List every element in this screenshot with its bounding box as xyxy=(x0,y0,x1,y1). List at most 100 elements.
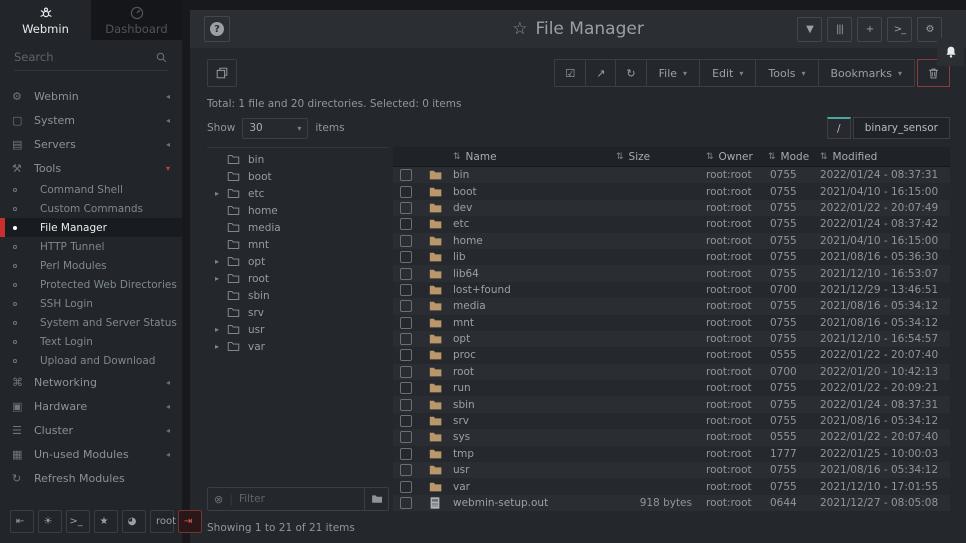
file-name[interactable]: boot xyxy=(453,186,616,198)
table-row[interactable]: opt root:root 0755 2021/12/10 - 16:54:57 xyxy=(393,331,950,347)
sidebar-menu-item[interactable]: ▤ Servers ◂ xyxy=(0,132,182,156)
table-row[interactable]: mnt root:root 0755 2021/08/16 - 05:34:12 xyxy=(393,315,950,331)
file-name[interactable]: run xyxy=(453,382,616,394)
expand-arrow-icon[interactable]: ▸ xyxy=(215,274,227,283)
row-checkbox[interactable] xyxy=(400,415,412,427)
toolbar-menu-button[interactable]: Edit ▾ xyxy=(699,59,756,87)
filter-input[interactable] xyxy=(233,493,364,505)
file-name[interactable]: lost+found xyxy=(453,284,616,296)
breadcrumb-segment[interactable]: binary_sensor xyxy=(853,117,950,139)
sidebar-footer-button[interactable]: ◕ xyxy=(122,510,146,533)
row-checkbox[interactable] xyxy=(400,382,412,394)
select-all-button[interactable]: ☑ xyxy=(554,59,586,87)
sidebar-subitem[interactable]: Text Login xyxy=(0,332,182,351)
file-name[interactable]: root xyxy=(453,366,616,378)
header-action-button[interactable]: ||| xyxy=(827,17,852,42)
row-checkbox[interactable] xyxy=(400,497,412,509)
notifications-toggle[interactable] xyxy=(937,38,964,66)
sidebar-subitem[interactable]: File Manager xyxy=(0,218,182,237)
table-row[interactable]: lib root:root 0755 2021/08/16 - 05:36:30 xyxy=(393,249,950,265)
sidebar-menu-item[interactable]: ▦ Un-used Modules ◂ xyxy=(0,442,182,466)
table-row[interactable]: webmin-setup.out 918 bytes root:root 064… xyxy=(393,495,950,511)
tab-webmin[interactable]: Webmin xyxy=(0,0,91,40)
file-name[interactable]: bin xyxy=(453,169,616,181)
tree-item[interactable]: ▸ bin xyxy=(207,151,389,168)
sidebar-footer-button[interactable]: ⇥ xyxy=(178,510,202,533)
sidebar-footer-button[interactable]: ☀ xyxy=(38,510,62,533)
tree-item[interactable]: ▸ sbin xyxy=(207,287,389,304)
file-name[interactable]: mnt xyxy=(453,317,616,329)
refresh-button[interactable]: ↻ xyxy=(615,59,646,87)
expand-arrow-icon[interactable]: ▸ xyxy=(215,257,227,266)
tree-item[interactable]: ▸ usr xyxy=(207,321,389,338)
table-row[interactable]: boot root:root 0755 2021/04/10 - 16:15:0… xyxy=(393,183,950,199)
row-checkbox[interactable] xyxy=(400,268,412,280)
table-row[interactable]: srv root:root 0755 2021/08/16 - 05:34:12 xyxy=(393,413,950,429)
sidebar-menu-item[interactable]: ⌘ Networking ◂ xyxy=(0,370,182,394)
tab-dashboard[interactable]: Dashboard xyxy=(91,0,182,40)
expand-arrow-icon[interactable]: ▸ xyxy=(215,189,227,198)
tree-item[interactable]: ▸ etc xyxy=(207,185,389,202)
row-checkbox[interactable] xyxy=(400,349,412,361)
file-name[interactable]: opt xyxy=(453,333,616,345)
filter-directories-button[interactable] xyxy=(364,488,388,510)
file-name[interactable]: etc xyxy=(453,218,616,230)
export-button[interactable]: ↗ xyxy=(585,59,616,87)
table-row[interactable]: run root:root 0755 2022/01/22 - 20:09:21 xyxy=(393,380,950,396)
file-name[interactable]: tmp xyxy=(453,448,616,460)
file-name[interactable]: lib xyxy=(453,251,616,263)
sidebar-menu-item[interactable]: ▣ Hardware ◂ xyxy=(0,394,182,418)
expand-arrow-icon[interactable]: ▸ xyxy=(215,325,227,334)
tree-item[interactable]: ▸ home xyxy=(207,202,389,219)
sidebar-menu-item[interactable]: ☰ Cluster ◂ xyxy=(0,418,182,442)
expand-arrow-icon[interactable]: ▸ xyxy=(215,342,227,351)
file-name[interactable]: dev xyxy=(453,202,616,214)
table-row[interactable]: lib64 root:root 0755 2021/12/10 - 16:53:… xyxy=(393,265,950,281)
sidebar-footer-button[interactable]: ⇤ xyxy=(10,510,34,533)
clear-filter-icon[interactable]: ⊗ xyxy=(208,493,229,506)
table-row[interactable]: tmp root:root 1777 2022/01/25 - 10:00:03 xyxy=(393,446,950,462)
row-checkbox[interactable] xyxy=(400,448,412,460)
row-checkbox[interactable] xyxy=(400,300,412,312)
table-row[interactable]: sys root:root 0555 2022/01/22 - 20:07:40 xyxy=(393,429,950,445)
table-row[interactable]: var root:root 0755 2021/12/10 - 17:01:55 xyxy=(393,478,950,494)
column-header-mode[interactable]: ⇅Mode xyxy=(768,151,820,163)
file-name[interactable]: proc xyxy=(453,349,616,361)
sidebar-subitem[interactable]: Upload and Download xyxy=(0,351,182,370)
header-action-button[interactable]: >_ xyxy=(887,17,912,42)
table-row[interactable]: dev root:root 0755 2022/01/22 - 20:07:49 xyxy=(393,200,950,216)
row-checkbox[interactable] xyxy=(400,218,412,230)
paste-buffer-button[interactable] xyxy=(207,59,237,87)
tree-item[interactable]: ▸ root xyxy=(207,270,389,287)
sidebar-menu-item[interactable]: ⚙ Webmin ◂ xyxy=(0,84,182,108)
row-checkbox[interactable] xyxy=(400,481,412,493)
column-header-size[interactable]: ⇅Size xyxy=(616,151,706,163)
table-row[interactable]: lost+found root:root 0700 2021/12/29 - 1… xyxy=(393,282,950,298)
search-input[interactable] xyxy=(14,46,168,71)
page-size-select[interactable]: 30 ▾ xyxy=(242,118,308,139)
sidebar-subitem[interactable]: Command Shell xyxy=(0,180,182,199)
file-name[interactable]: usr xyxy=(453,464,616,476)
file-name[interactable]: sys xyxy=(453,431,616,443)
file-name[interactable]: home xyxy=(453,235,616,247)
table-row[interactable]: root root:root 0700 2022/01/20 - 10:42:1… xyxy=(393,364,950,380)
toolbar-menu-button[interactable]: Bookmarks ▾ xyxy=(818,59,915,87)
table-row[interactable]: bin root:root 0755 2022/01/24 - 08:37:31 xyxy=(393,167,950,183)
help-button[interactable]: ? xyxy=(204,16,230,42)
sidebar-menu-item[interactable]: ⚒ Tools ▾ xyxy=(0,156,182,180)
table-row[interactable]: usr root:root 0755 2021/08/16 - 05:34:12 xyxy=(393,462,950,478)
row-checkbox[interactable] xyxy=(400,317,412,329)
row-checkbox[interactable] xyxy=(400,251,412,263)
row-checkbox[interactable] xyxy=(400,235,412,247)
header-action-button[interactable]: + xyxy=(857,17,882,42)
file-name[interactable]: sbin xyxy=(453,399,616,411)
row-checkbox[interactable] xyxy=(400,366,412,378)
table-row[interactable]: media root:root 0755 2021/08/16 - 05:34:… xyxy=(393,298,950,314)
header-action-button[interactable]: ▼ xyxy=(797,17,822,42)
row-checkbox[interactable] xyxy=(400,464,412,476)
file-name[interactable]: media xyxy=(453,300,616,312)
sidebar-footer-button[interactable]: >_ xyxy=(66,510,90,533)
row-checkbox[interactable] xyxy=(400,186,412,198)
row-checkbox[interactable] xyxy=(400,333,412,345)
table-row[interactable]: home root:root 0755 2021/04/10 - 16:15:0… xyxy=(393,233,950,249)
